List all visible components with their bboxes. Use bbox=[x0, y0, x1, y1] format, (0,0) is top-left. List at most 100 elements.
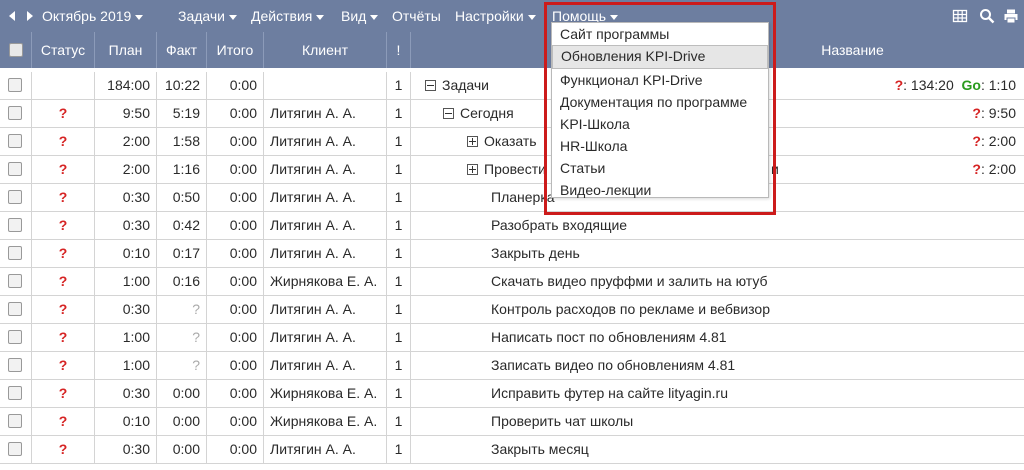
status-cell[interactable]: ? bbox=[32, 408, 95, 435]
menu-view[interactable]: Вид bbox=[341, 0, 379, 32]
status-cell[interactable]: ? bbox=[32, 100, 95, 127]
fact-cell[interactable]: ? bbox=[157, 296, 207, 323]
total-cell[interactable]: 0:00 bbox=[207, 324, 264, 351]
table-row[interactable]: ? 0:30 0:50 0:00 Литягин А. А. 1 Планерка bbox=[0, 184, 1024, 212]
plan-cell[interactable]: 0:10 bbox=[95, 240, 157, 267]
help-menu-item[interactable]: Статьи bbox=[552, 157, 768, 179]
name-cell[interactable]: Закрыть день bbox=[411, 240, 1024, 267]
help-menu-item[interactable]: HR-Школа bbox=[552, 135, 768, 157]
client-cell[interactable]: Литягин А. А. bbox=[264, 212, 387, 239]
client-cell[interactable]: Жирнякова Е. А. bbox=[264, 268, 387, 295]
fact-cell[interactable]: 10:22 bbox=[157, 72, 207, 99]
client-cell[interactable] bbox=[264, 72, 387, 99]
name-cell[interactable]: Исправить футер на сайте lityagin.ru bbox=[411, 380, 1024, 407]
plan-cell[interactable]: 1:00 bbox=[95, 268, 157, 295]
fact-cell[interactable]: 0:00 bbox=[157, 380, 207, 407]
row-checkbox[interactable] bbox=[8, 358, 22, 372]
fact-cell[interactable]: 1:16 bbox=[157, 156, 207, 183]
row-checkbox[interactable] bbox=[8, 190, 22, 204]
status-cell[interactable] bbox=[32, 72, 95, 99]
client-cell[interactable]: Жирнякова Е. А. bbox=[264, 408, 387, 435]
col-total[interactable]: Итого bbox=[207, 32, 264, 68]
menu-reports[interactable]: Отчёты bbox=[392, 0, 441, 32]
col-fact[interactable]: Факт bbox=[157, 32, 207, 68]
priority-cell[interactable]: 1 bbox=[387, 240, 411, 267]
row-checkbox[interactable] bbox=[8, 78, 22, 92]
row-checkbox[interactable] bbox=[8, 218, 22, 232]
status-cell[interactable]: ? bbox=[32, 268, 95, 295]
help-menu-item[interactable]: KPI-Школа bbox=[552, 113, 768, 135]
collapse-icon[interactable] bbox=[443, 107, 454, 119]
plan-cell[interactable]: 2:00 bbox=[95, 128, 157, 155]
help-menu-item[interactable]: Видео-лекции bbox=[552, 179, 768, 201]
row-checkbox[interactable] bbox=[8, 246, 22, 260]
col-plan[interactable]: План bbox=[95, 32, 157, 68]
priority-cell[interactable]: 1 bbox=[387, 296, 411, 323]
expand-icon[interactable] bbox=[467, 163, 478, 175]
fact-cell[interactable]: 0:50 bbox=[157, 184, 207, 211]
grid-icon[interactable] bbox=[952, 8, 968, 24]
name-cell[interactable]: Скачать видео пруффми и залить на ютуб bbox=[411, 268, 1024, 295]
priority-cell[interactable]: 1 bbox=[387, 212, 411, 239]
fact-cell[interactable]: 0:16 bbox=[157, 268, 207, 295]
priority-cell[interactable]: 1 bbox=[387, 128, 411, 155]
table-row[interactable]: ? 0:30 0:00 0:00 Литягин А. А. 1 Закрыть месяц bbox=[0, 436, 1024, 464]
plan-cell[interactable]: 0:30 bbox=[95, 212, 157, 239]
help-menu-item[interactable]: Функционал KPI-Drive bbox=[552, 69, 768, 91]
col-client[interactable]: Клиент bbox=[264, 32, 387, 68]
row-checkbox[interactable] bbox=[8, 330, 22, 344]
row-checkbox[interactable] bbox=[8, 106, 22, 120]
total-cell[interactable]: 0:00 bbox=[207, 184, 264, 211]
client-cell[interactable]: Литягин А. А. bbox=[264, 296, 387, 323]
table-row[interactable]: ? 0:30? 0:00 Литягин А. А. 1 Контроль расходо… bbox=[0, 296, 1024, 324]
col-status[interactable]: Статус bbox=[32, 32, 95, 68]
row-checkbox[interactable] bbox=[8, 162, 22, 176]
table-row[interactable]: ? 0:10 0:17 0:00 Литягин А. А. 1 Закрыть день bbox=[0, 240, 1024, 268]
search-icon[interactable] bbox=[979, 8, 995, 24]
client-cell[interactable]: Литягин А. А. bbox=[264, 240, 387, 267]
fact-cell[interactable]: 1:58 bbox=[157, 128, 207, 155]
total-cell[interactable]: 0:00 bbox=[207, 436, 264, 463]
collapse-icon[interactable] bbox=[425, 79, 436, 91]
table-row[interactable]: ? 0:30 0:42 0:00 Литягин А. А. 1 Разобрать вхо… bbox=[0, 212, 1024, 240]
col-priority[interactable]: ! bbox=[387, 32, 411, 68]
total-cell[interactable]: 0:00 bbox=[207, 240, 264, 267]
status-cell[interactable]: ? bbox=[32, 352, 95, 379]
priority-cell[interactable]: 1 bbox=[387, 408, 411, 435]
row-checkbox[interactable] bbox=[8, 302, 22, 316]
plan-cell[interactable]: 0:30 bbox=[95, 296, 157, 323]
fact-cell[interactable]: 0:00 bbox=[157, 408, 207, 435]
table-row[interactable]: ? 0:30 0:00 0:00 Жирнякова Е. А. 1 Исправить ф… bbox=[0, 380, 1024, 408]
period-selector[interactable]: Октябрь 2019 bbox=[42, 0, 144, 32]
priority-cell[interactable]: 1 bbox=[387, 352, 411, 379]
table-row[interactable]: ? 2:00 1:16 0:00 Литягин А. А. 1 Провести и?: 2… bbox=[0, 156, 1024, 184]
name-cell[interactable]: Закрыть месяц bbox=[411, 436, 1024, 463]
priority-cell[interactable]: 1 bbox=[387, 268, 411, 295]
client-cell[interactable]: Литягин А. А. bbox=[264, 184, 387, 211]
prev-arrow-icon[interactable] bbox=[9, 11, 15, 21]
row-checkbox[interactable] bbox=[8, 274, 22, 288]
total-cell[interactable]: 0:00 bbox=[207, 72, 264, 99]
plan-cell[interactable]: 2:00 bbox=[95, 156, 157, 183]
priority-cell[interactable]: 1 bbox=[387, 156, 411, 183]
client-cell[interactable]: Литягин А. А. bbox=[264, 436, 387, 463]
fact-cell[interactable]: ? bbox=[157, 324, 207, 351]
status-cell[interactable]: ? bbox=[32, 380, 95, 407]
select-all-checkbox[interactable] bbox=[9, 43, 23, 57]
status-cell[interactable]: ? bbox=[32, 156, 95, 183]
row-checkbox[interactable] bbox=[8, 414, 22, 428]
table-row[interactable]: ? 9:50 5:19 0:00 Литягин А. А. 1 Сегодня?: 9:5… bbox=[0, 100, 1024, 128]
plan-cell[interactable]: 184:00 bbox=[95, 72, 157, 99]
priority-cell[interactable]: 1 bbox=[387, 380, 411, 407]
plan-cell[interactable]: 0:30 bbox=[95, 380, 157, 407]
status-cell[interactable]: ? bbox=[32, 436, 95, 463]
total-cell[interactable]: 0:00 bbox=[207, 408, 264, 435]
next-arrow-icon[interactable] bbox=[27, 11, 33, 21]
plan-cell[interactable]: 0:10 bbox=[95, 408, 157, 435]
name-cell[interactable]: Проверить чат школы bbox=[411, 408, 1024, 435]
plan-cell[interactable]: 0:30 bbox=[95, 184, 157, 211]
plan-cell[interactable]: 1:00 bbox=[95, 352, 157, 379]
name-cell[interactable]: Разобрать входящие bbox=[411, 212, 1024, 239]
status-cell[interactable]: ? bbox=[32, 212, 95, 239]
status-cell[interactable]: ? bbox=[32, 184, 95, 211]
